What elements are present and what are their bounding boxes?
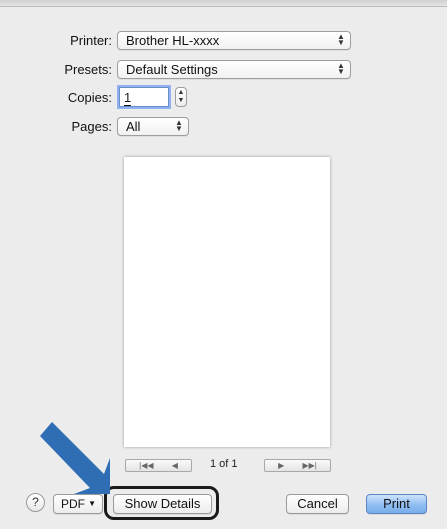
pages-value: All: [126, 119, 141, 134]
arrow-shape: [40, 422, 110, 494]
page-preview: [124, 157, 330, 447]
copies-stepper[interactable]: ▲ ▼: [175, 87, 187, 107]
help-icon[interactable]: ?: [26, 493, 45, 512]
highlight-ring: [104, 486, 219, 520]
printer-popup[interactable]: Brother HL-xxxx ▲ ▼: [117, 31, 351, 50]
pdf-label: PDF: [61, 497, 85, 511]
first-page-icon[interactable]: |◀◀: [139, 461, 153, 470]
window-top-edge: [0, 0, 447, 7]
prev-page-icon[interactable]: ◀: [172, 461, 178, 470]
presets-value: Default Settings: [126, 62, 218, 77]
printer-label: Printer:: [70, 33, 112, 48]
copies-value: 1: [124, 90, 132, 106]
presets-popup[interactable]: Default Settings ▲ ▼: [117, 60, 351, 79]
preview-forward-buttons[interactable]: ▶ ▶▶|: [264, 459, 331, 472]
chevron-down-icon: ▼: [88, 499, 96, 508]
pages-popup[interactable]: All ▲ ▼: [117, 117, 189, 136]
copies-field[interactable]: 1: [117, 85, 171, 109]
copies-label: Copies:: [67, 90, 112, 105]
pdf-menu-button[interactable]: PDF ▼: [53, 494, 103, 514]
updown-arrows-icon: ▲ ▼: [337, 32, 345, 47]
print-button[interactable]: Print: [366, 494, 427, 514]
pages-label: Pages:: [71, 119, 112, 134]
next-page-icon[interactable]: ▶: [278, 461, 284, 470]
preview-back-buttons[interactable]: |◀◀ ◀: [125, 459, 192, 472]
updown-arrows-icon: ▲ ▼: [337, 61, 345, 76]
updown-arrows-icon: ▲ ▼: [175, 118, 183, 133]
page-indicator: 1 of 1: [210, 458, 238, 470]
pointer-arrow-icon: [40, 422, 110, 494]
cancel-button[interactable]: Cancel: [286, 494, 349, 514]
presets-label: Presets:: [64, 62, 112, 77]
last-page-icon[interactable]: ▶▶|: [302, 461, 316, 470]
printer-value: Brother HL-xxxx: [126, 33, 220, 48]
